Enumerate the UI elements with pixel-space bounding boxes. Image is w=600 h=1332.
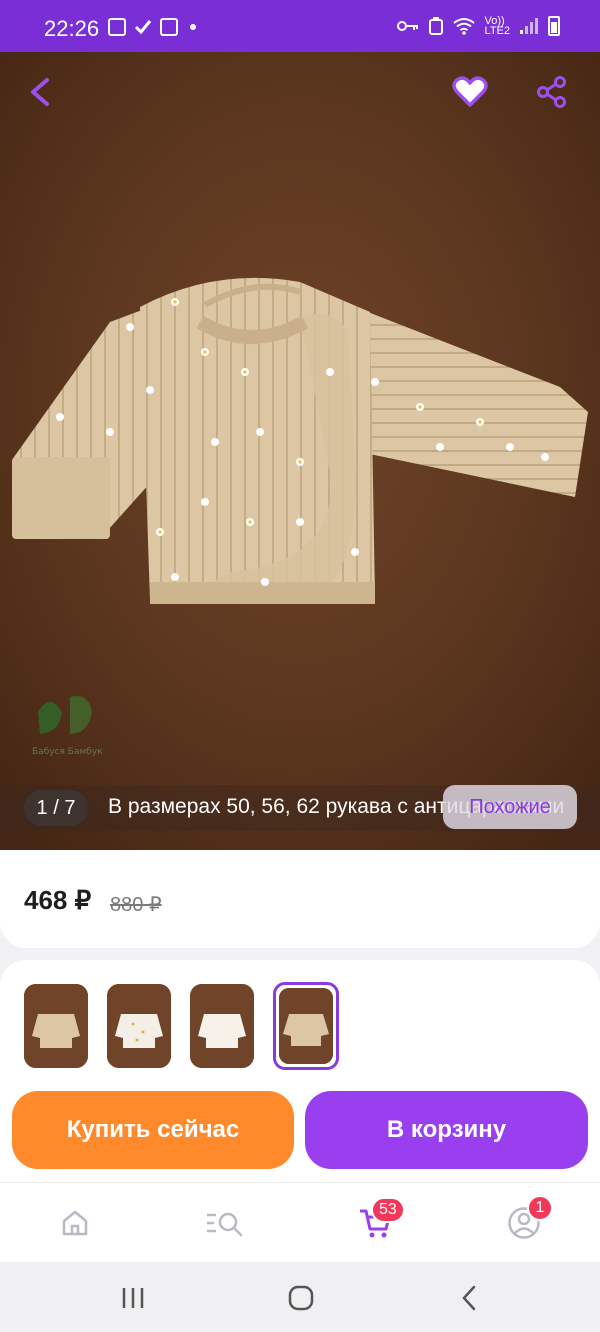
image-caption-bar: 1 / 7 В размерах 50, 56, 62 рукава с ант… — [0, 785, 600, 831]
nav-catalog[interactable] — [204, 1203, 244, 1243]
lock-battery-icon — [428, 17, 443, 35]
share-button[interactable] — [534, 74, 570, 110]
favorite-button[interactable] — [452, 74, 488, 110]
current-price: 468 ₽ — [24, 885, 92, 915]
variant-selector — [0, 960, 600, 1080]
signal-icon — [520, 18, 538, 34]
home-circle-icon — [288, 1285, 314, 1311]
bottom-navigation: 53 1 — [0, 1182, 600, 1262]
buy-now-button[interactable]: Купить сейчас — [12, 1091, 294, 1169]
cart-badge: 53 — [371, 1197, 405, 1223]
wifi-icon — [452, 18, 475, 35]
lte-indicator: Vo)) LTE2 — [484, 15, 510, 37]
svg-text:Бабуся Бамбук: Бабуся Бамбук — [32, 747, 103, 757]
recent-apps-icon — [122, 1288, 144, 1308]
key-icon — [396, 21, 418, 31]
system-navigation-bar — [0, 1262, 600, 1332]
old-price: 880 ₽ — [110, 894, 162, 916]
product-image-gallery[interactable]: Бабуся Бамбук 1 / 7 В размерах 50, 56, 6… — [0, 52, 600, 850]
home-icon — [62, 1210, 88, 1236]
status-notification-icons — [108, 18, 196, 36]
chevron-left-icon — [462, 1285, 476, 1311]
action-bar: Купить сейчас В корзину — [0, 1078, 600, 1182]
status-system-icons: Vo)) LTE2 — [396, 15, 560, 37]
variant-thumbnail-selected[interactable] — [273, 982, 339, 1070]
image-counter: 1 / 7 — [24, 790, 88, 826]
back-arrow-icon — [31, 78, 49, 106]
catalog-search-icon — [207, 1212, 243, 1237]
nav-home[interactable] — [55, 1203, 95, 1243]
check-icon — [134, 20, 152, 35]
more-notifications-dot — [190, 24, 196, 30]
heart-icon — [452, 76, 488, 107]
status-bar: 22:26 Vo)) LTE2 — [0, 0, 600, 52]
system-back-button[interactable] — [454, 1284, 484, 1312]
similar-button[interactable]: Похожие — [443, 785, 577, 829]
home-system-button[interactable] — [286, 1284, 316, 1312]
share-icon — [537, 76, 566, 108]
gallery-icon — [108, 18, 126, 36]
price-card: 468 ₽ 880 ₽ — [0, 850, 600, 948]
recent-apps-button[interactable] — [118, 1284, 148, 1312]
back-button[interactable] — [22, 74, 58, 110]
add-to-cart-button[interactable]: В корзину — [305, 1091, 588, 1169]
variant-thumbnail[interactable] — [107, 984, 171, 1068]
profile-badge: 1 — [527, 1195, 553, 1221]
app-notification-icon — [160, 18, 178, 36]
status-time: 22:26 — [44, 16, 100, 41]
variant-thumbnail[interactable] — [190, 984, 254, 1068]
variant-thumbnail[interactable] — [24, 984, 88, 1068]
product-photo: Бабуся Бамбук — [0, 52, 600, 850]
battery-icon — [548, 16, 560, 36]
